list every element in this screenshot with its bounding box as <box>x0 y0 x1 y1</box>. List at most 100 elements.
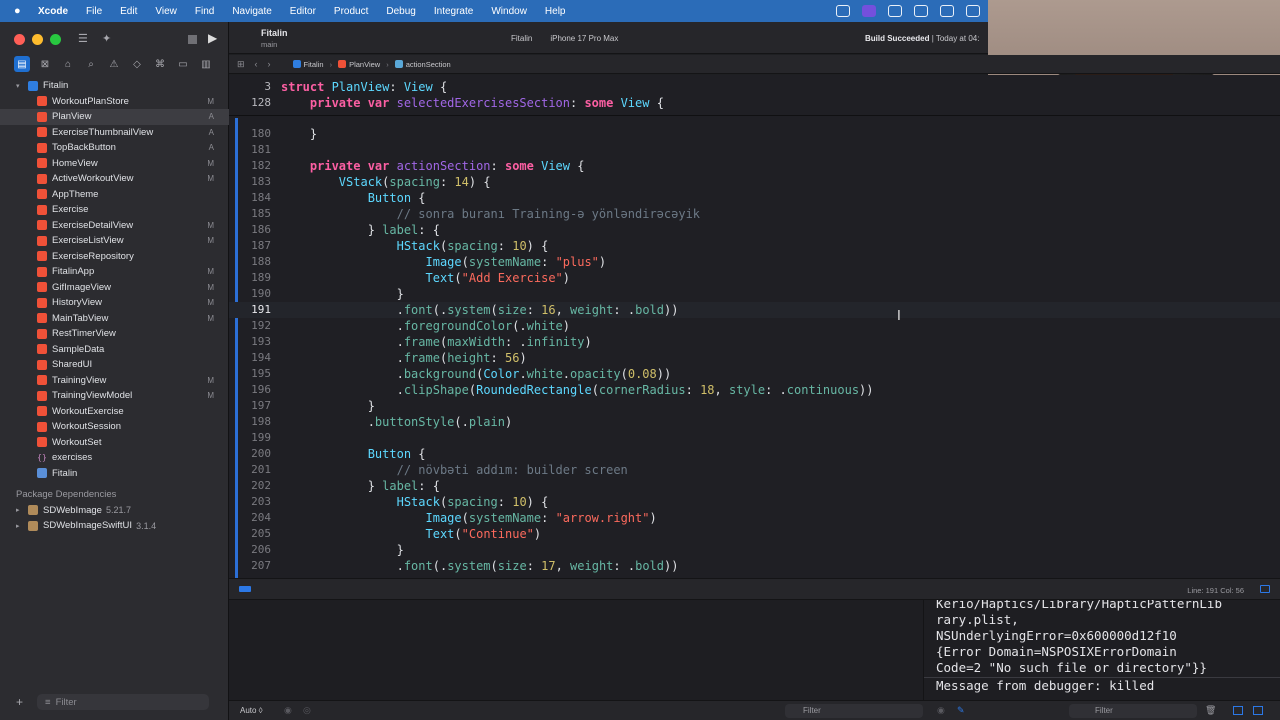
close-window-button[interactable] <box>14 34 25 45</box>
code-line[interactable]: 183 VStack(spacing: 14) { <box>229 174 1280 190</box>
tree-root-project[interactable]: ▾ Fitalin <box>0 78 229 94</box>
menu-product[interactable]: Product <box>334 6 368 17</box>
trash-icon[interactable]: 🗑 <box>1205 705 1216 716</box>
vpn-icon[interactable] <box>914 5 928 17</box>
code-line[interactable]: 206 } <box>229 542 1280 558</box>
code-line[interactable]: 195 .background(Color.white.opacity(0.08… <box>229 366 1280 382</box>
test-navigator-tab-icon[interactable]: ◇ <box>129 56 145 72</box>
code-line[interactable]: 187 HStack(spacing: 10) { <box>229 238 1280 254</box>
code-line[interactable]: 202 } label: { <box>229 478 1280 494</box>
disclosure-chevron-icon[interactable]: ▾ <box>16 82 20 90</box>
code-line[interactable]: 192 .foregroundColor(.white) <box>229 318 1280 334</box>
minimize-window-button[interactable] <box>32 34 43 45</box>
app-menu[interactable]: Xcode <box>38 6 68 17</box>
destination-device[interactable]: iPhone 17 Pro Max <box>550 34 618 43</box>
tree-item-file[interactable]: AppTheme <box>0 187 229 203</box>
code-line[interactable]: 3 struct PlanView: View { <box>229 79 1280 95</box>
source-control-tab-icon[interactable]: ⊠ <box>37 56 53 72</box>
menu-navigate[interactable]: Navigate <box>232 6 271 17</box>
scheme-name[interactable]: Fitalin <box>261 28 288 38</box>
code-line[interactable]: 185 // sonra buranı Training-ə yönləndir… <box>229 206 1280 222</box>
menu-debug[interactable]: Debug <box>386 6 415 17</box>
tree-item-file[interactable]: ExerciseRepository <box>0 249 229 265</box>
code-line[interactable]: 128 private var selectedExercisesSection… <box>229 95 1280 111</box>
tree-item-file[interactable]: TopBackButton A <box>0 140 229 156</box>
right-pane-toggle-icon[interactable] <box>1253 706 1263 715</box>
breadcrumb-file[interactable]: PlanView <box>338 60 380 69</box>
menu-view[interactable]: View <box>155 6 177 17</box>
console-filter-input[interactable]: Filter <box>1069 704 1197 718</box>
tree-item-file[interactable]: TrainingView M <box>0 373 229 389</box>
menu-integrate[interactable]: Integrate <box>434 6 473 17</box>
console-filter-icon[interactable]: ✎ <box>957 705 965 716</box>
sidebar-toggle-icon[interactable]: ☰ <box>78 32 88 45</box>
code-line[interactable]: 207 .font(.system(size: 17, weight: .bol… <box>229 558 1280 574</box>
notion-icon[interactable] <box>940 5 954 17</box>
breadcrumb-project[interactable]: Fitalin <box>292 60 324 69</box>
code-line[interactable]: 193 .frame(maxWidth: .infinity) <box>229 334 1280 350</box>
tree-item-file[interactable]: ExerciseDetailView M <box>0 218 229 234</box>
tree-item-file[interactable]: PlanView A <box>0 109 229 125</box>
menu-file[interactable]: File <box>86 6 102 17</box>
zoom-window-button[interactable] <box>50 34 61 45</box>
disclosure-chevron-icon[interactable]: ▸ <box>16 506 20 514</box>
menu-editor[interactable]: Editor <box>290 6 316 17</box>
jump-bar-nav-icons[interactable]: ⊞‹› <box>237 59 281 70</box>
tree-item-file[interactable]: ActiveWorkoutView M <box>0 171 229 187</box>
tree-item-file[interactable]: Fitalin <box>0 466 229 482</box>
tree-item-file[interactable]: WorkoutSet <box>0 435 229 451</box>
package-item[interactable]: ▸ SDWebImage 5.21.7 <box>0 503 229 519</box>
menu-edit[interactable]: Edit <box>120 6 137 17</box>
code-line[interactable]: 197 } <box>229 398 1280 414</box>
tree-item-file[interactable]: MainTabView M <box>0 311 229 327</box>
code-line[interactable]: 191 .font(.system(size: 16, weight: .bol… <box>229 302 1280 318</box>
debug-navigator-tab-icon[interactable]: ⌘ <box>152 56 168 72</box>
code-line[interactable]: 199 <box>229 430 1280 446</box>
tree-item-file[interactable]: ExerciseThumbnailView A <box>0 125 229 141</box>
code-line[interactable]: 181 <box>229 142 1280 158</box>
run-destination[interactable]: Fitalin iPhone 17 Pro Max <box>511 34 618 43</box>
add-file-icon[interactable]: + <box>16 695 23 709</box>
code-line[interactable]: 204 Image(systemName: "arrow.right") <box>229 510 1280 526</box>
code-line[interactable]: 186 } label: { <box>229 222 1280 238</box>
disclosure-chevron-icon[interactable]: ▸ <box>16 522 20 530</box>
pen-icon[interactable] <box>888 5 902 17</box>
breakpoint-navigator-tab-icon[interactable]: ▭ <box>175 56 191 72</box>
variables-scope-select[interactable]: Auto ◊ <box>240 706 263 715</box>
info-icon[interactable]: ◉ <box>284 705 292 716</box>
breakpoints-toggle-icon[interactable] <box>239 586 251 592</box>
navigator-filter-input[interactable]: ≡ Filter <box>37 694 210 710</box>
menu-help[interactable]: Help <box>545 6 566 17</box>
tree-item-file[interactable]: WorkoutPlanStore M <box>0 94 229 110</box>
tree-item-file[interactable]: SampleData <box>0 342 229 358</box>
inspector-toggle-icon[interactable] <box>1260 585 1270 593</box>
destination-scheme[interactable]: Fitalin <box>511 34 532 43</box>
bluetooth-icon[interactable] <box>966 5 980 17</box>
code-line[interactable]: 180 } <box>229 126 1280 142</box>
tree-item-file[interactable]: RestTimerView <box>0 326 229 342</box>
symbol-navigator-tab-icon[interactable]: ⌂ <box>60 56 76 72</box>
code-line[interactable]: 194 .frame(height: 56) <box>229 350 1280 366</box>
cloud-status-icon[interactable] <box>836 5 850 17</box>
screen-record-icon[interactable] <box>862 5 876 17</box>
issue-navigator-tab-icon[interactable]: ⚠ <box>106 56 122 72</box>
project-navigator-tab-icon[interactable]: ▤ <box>14 56 30 72</box>
tree-item-file[interactable]: TrainingViewModel M <box>0 388 229 404</box>
tree-item-file[interactable]: HistoryView M <box>0 295 229 311</box>
tree-item-file[interactable]: {} exercises <box>0 450 229 466</box>
left-pane-toggle-icon[interactable] <box>1233 706 1243 715</box>
tree-item-file[interactable]: GifImageView M <box>0 280 229 296</box>
find-navigator-tab-icon[interactable]: ⌕ <box>83 56 99 72</box>
code-line[interactable]: 184 Button { <box>229 190 1280 206</box>
apple-menu-icon[interactable]: ● <box>14 5 28 17</box>
tree-item-file[interactable]: WorkoutExercise <box>0 404 229 420</box>
code-line[interactable]: 203 HStack(spacing: 10) { <box>229 494 1280 510</box>
breadcrumb-symbol[interactable]: actionSection <box>394 60 451 69</box>
variables-filter-input[interactable]: Filter <box>785 704 923 718</box>
run-button[interactable]: ▶ <box>208 31 217 45</box>
tree-item-file[interactable]: HomeView M <box>0 156 229 172</box>
tree-item-file[interactable]: WorkoutSession <box>0 419 229 435</box>
code-line[interactable]: 200 Button { <box>229 446 1280 462</box>
code-line[interactable]: 198 .buttonStyle(.plain) <box>229 414 1280 430</box>
report-navigator-tab-icon[interactable]: ▥ <box>198 56 214 72</box>
